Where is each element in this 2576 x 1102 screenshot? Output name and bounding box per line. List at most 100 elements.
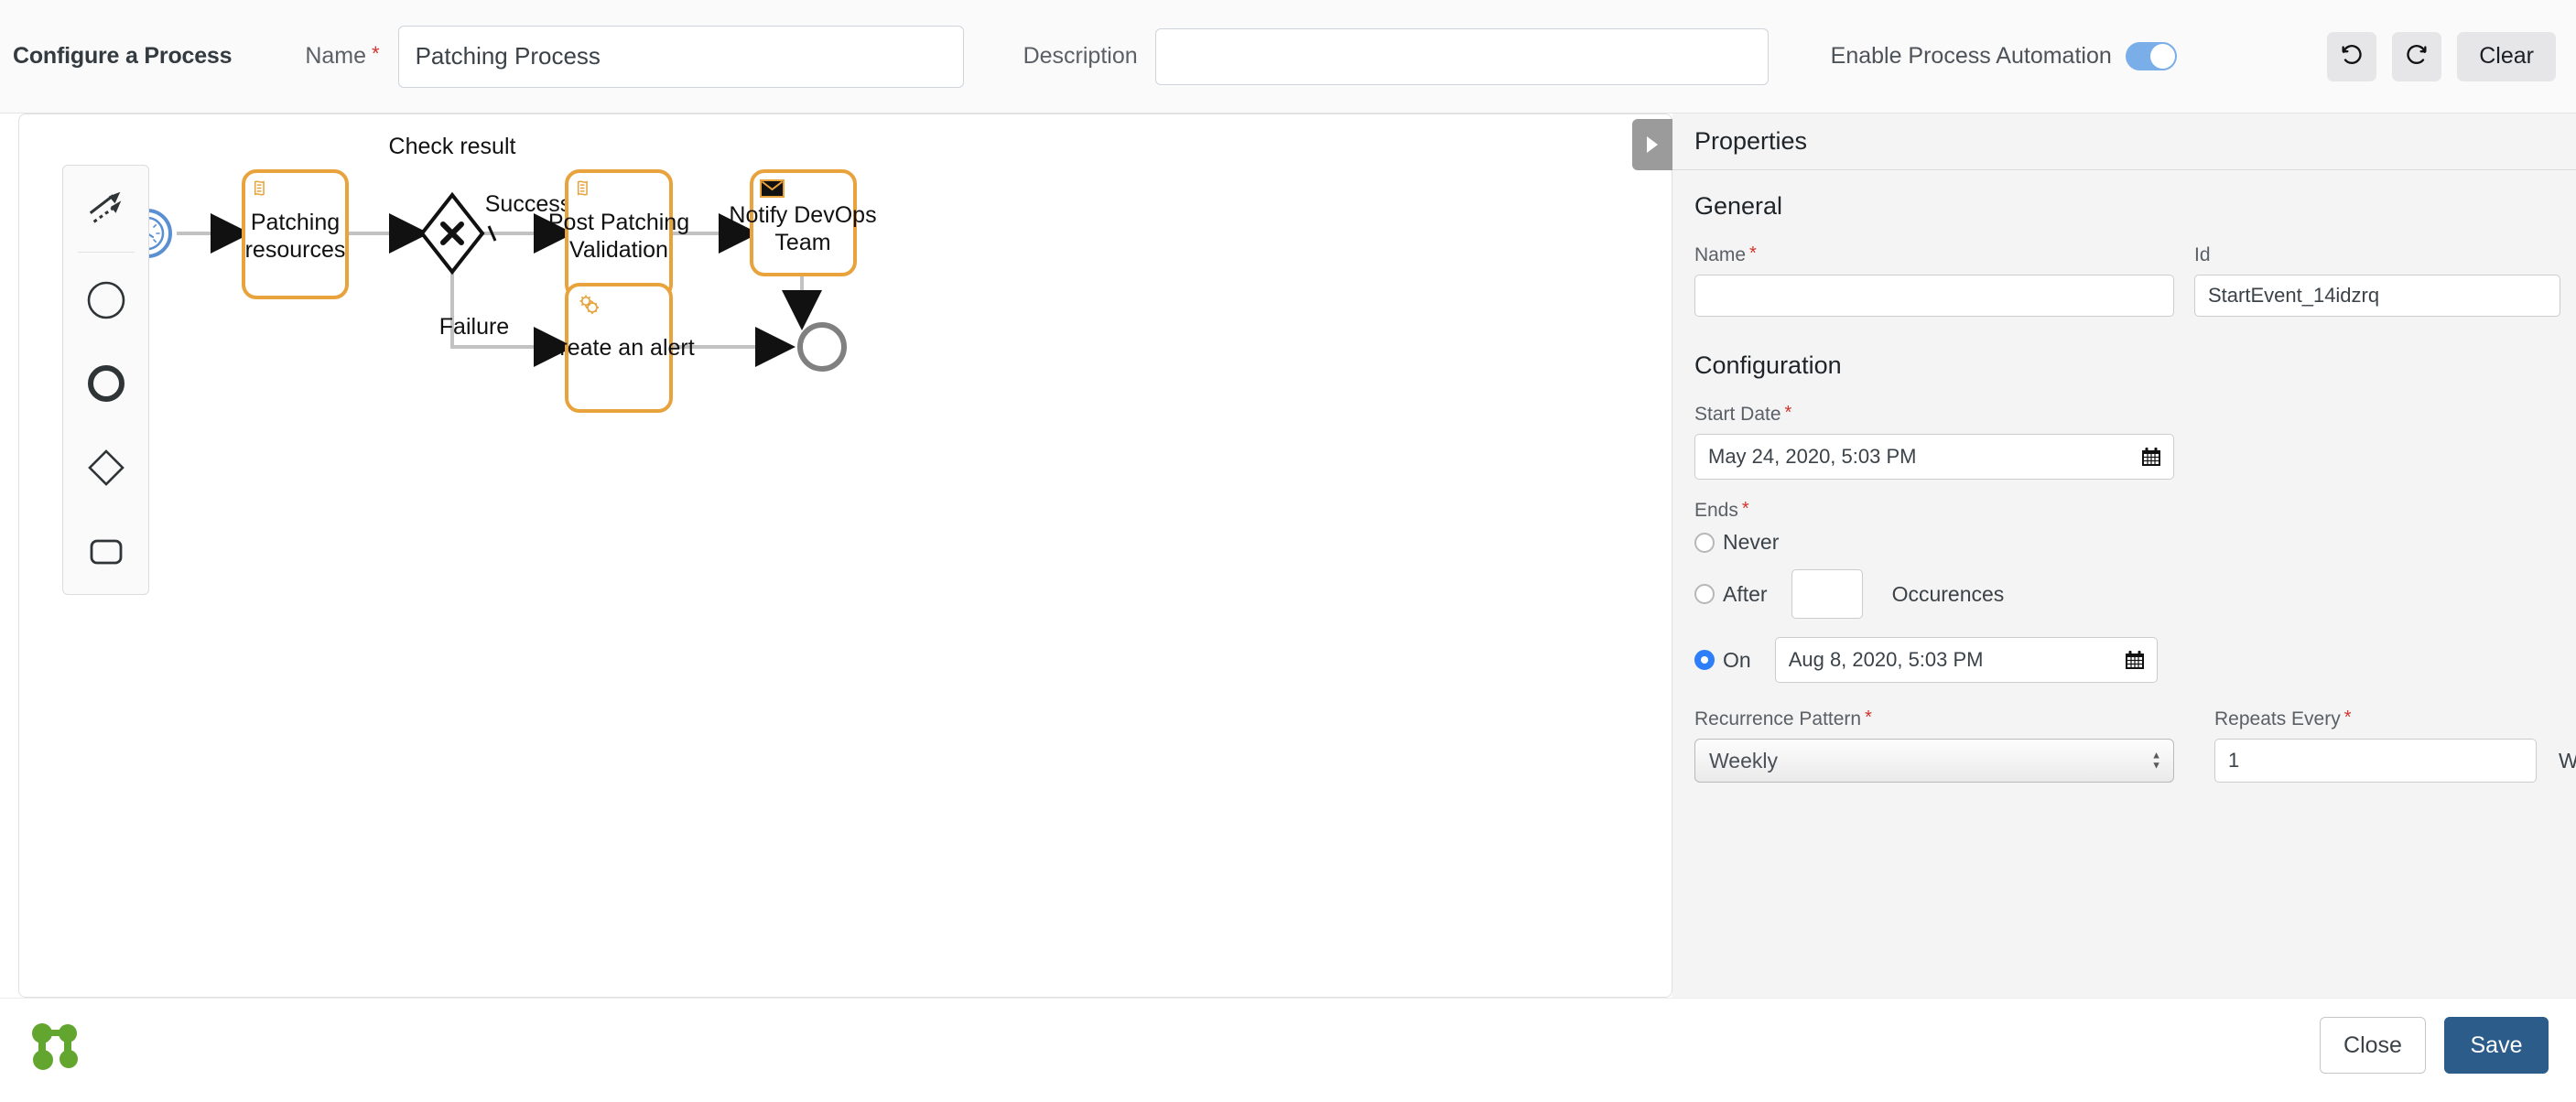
repeats-every-input[interactable] xyxy=(2214,739,2537,783)
palette-item-lasso-tool[interactable] xyxy=(62,166,149,250)
clear-button[interactable]: Clear xyxy=(2457,31,2556,81)
bpmn-diagram: Patching resources Check result Success … xyxy=(123,134,877,413)
start-date-field-group: Start Date * xyxy=(1694,402,2576,480)
process-automation-label: Enable Process Automation xyxy=(1830,43,2112,69)
properties-title: Properties xyxy=(1694,127,1808,155)
node-create-an-alert-task[interactable]: Create an alert xyxy=(543,283,695,413)
node-post-patching-validation-task[interactable]: Post Patching Validation xyxy=(548,169,689,299)
properties-content: General Name * Id Configuration xyxy=(1672,170,2576,998)
redo-icon xyxy=(2407,44,2427,64)
required-asterisk: * xyxy=(372,41,380,65)
element-name-field-group: Name * xyxy=(1694,243,2174,317)
shape-palette[interactable] xyxy=(62,165,149,595)
general-section-title: General xyxy=(1694,192,1783,220)
close-button[interactable]: Close xyxy=(2320,1017,2426,1074)
radio-on-label: On xyxy=(1723,647,1751,672)
page-title: Configure a Process xyxy=(13,43,233,69)
element-id-input[interactable] xyxy=(2194,275,2560,317)
configuration-section-title: Configuration xyxy=(1694,351,1842,379)
element-name-label: Name xyxy=(1694,244,1747,265)
radio-never[interactable] xyxy=(1694,532,1715,553)
node-notify-devops-team-task[interactable]: Notify DevOps Team xyxy=(729,169,877,276)
undo-icon xyxy=(2342,44,2362,64)
ends-option-after[interactable]: After Occurences xyxy=(1694,569,2576,619)
process-configurator-window: Configure a Process Name * Description E… xyxy=(0,0,2576,1102)
element-id-field-group: Id xyxy=(2194,244,2560,317)
process-automation-switch[interactable] xyxy=(2125,42,2177,70)
end-date-input-wrap xyxy=(1774,637,2158,683)
undo-button[interactable] xyxy=(2327,31,2377,81)
flow-label-failure: Failure xyxy=(439,314,509,340)
end-event-icon xyxy=(87,365,124,403)
recurrence-pattern-group: Recurrence Pattern * DailyWeeklyMonthlyY… xyxy=(1694,708,2174,783)
repeats-label-wrap: Repeats Every * xyxy=(2214,708,2576,730)
element-name-input[interactable] xyxy=(1694,275,2174,317)
app-header: Configure a Process Name * Description E… xyxy=(0,0,2576,113)
process-name-label: Name xyxy=(305,43,367,69)
gateway-icon xyxy=(87,449,124,487)
header-actions: Clear xyxy=(2327,31,2556,81)
task-label-line1: Patching xyxy=(251,210,340,235)
radio-after[interactable] xyxy=(1694,584,1715,604)
editor-body: Patching resources Check result Success … xyxy=(0,113,2576,998)
element-id-label: Id xyxy=(2194,244,2211,265)
ends-option-never[interactable]: Never xyxy=(1694,530,2576,555)
redo-button[interactable] xyxy=(2392,31,2442,81)
recurrence-pattern-label: Recurrence Pattern xyxy=(1694,708,1862,729)
node-patching-resources-task[interactable]: Patching resources xyxy=(242,169,349,299)
end-date-input[interactable] xyxy=(1774,637,2158,683)
start-date-input-wrap xyxy=(1694,434,2174,480)
required-asterisk: * xyxy=(1865,707,1872,728)
recurrence-label-wrap: Recurrence Pattern * xyxy=(1694,708,2174,730)
recurrence-row: Recurrence Pattern * DailyWeeklyMonthlyY… xyxy=(1694,708,2576,783)
task-icon xyxy=(90,539,122,565)
repeats-every-label: Repeats Every xyxy=(2214,708,2341,729)
process-description-label: Description xyxy=(1023,43,1138,69)
required-asterisk: * xyxy=(1784,402,1792,423)
recurrence-select-wrap: DailyWeeklyMonthlyYearly ▲▼ xyxy=(1694,739,2174,783)
element-name-label-wrap: Name * xyxy=(1694,243,2174,266)
process-name-input[interactable] xyxy=(397,25,964,88)
ends-label-wrap: Ends * xyxy=(1694,498,2576,522)
recurrence-pattern-select[interactable]: DailyWeeklyMonthlyYearly xyxy=(1694,739,2174,783)
repeats-input-row: Weeks xyxy=(2214,739,2576,783)
palette-item-gateway[interactable] xyxy=(62,426,149,510)
palette-item-start-event[interactable] xyxy=(62,258,149,342)
app-logo xyxy=(32,1023,78,1070)
general-fields-row: Name * Id xyxy=(1694,243,2576,317)
collapse-properties-button[interactable] xyxy=(1632,119,1672,170)
process-description-field-group: Description xyxy=(1023,27,1769,85)
start-date-label-wrap: Start Date * xyxy=(1694,402,2576,426)
radio-after-label: After xyxy=(1723,581,1768,606)
ends-field-group: Ends * Never After Occurences On Aug 8, … xyxy=(1694,498,2576,683)
properties-panel: Properties General Name * Id StartEvent_… xyxy=(1632,113,2576,998)
gateway-label: Check result xyxy=(389,134,516,159)
task-label-line2: resources xyxy=(245,237,346,263)
properties-header: Properties xyxy=(1672,113,2576,170)
required-asterisk: * xyxy=(1741,498,1749,519)
process-automation-toggle-group: Enable Process Automation xyxy=(1831,42,2177,70)
repeats-every-group: Repeats Every * Weeks xyxy=(2214,708,2576,783)
palette-divider xyxy=(77,251,135,253)
footer-actions: Close Save xyxy=(2320,1017,2549,1074)
process-name-field-group: Name * xyxy=(305,25,964,88)
palette-item-end-event[interactable] xyxy=(62,342,149,427)
bpmn-canvas[interactable]: Patching resources Check result Success … xyxy=(18,113,1672,998)
process-description-input[interactable] xyxy=(1154,27,1769,85)
task-label-line1: Create an alert xyxy=(543,335,694,361)
task-label-line2: Team xyxy=(774,230,830,255)
ends-option-on[interactable]: On xyxy=(1694,637,2576,683)
occurrences-input[interactable] xyxy=(1791,569,1863,619)
save-button[interactable]: Save xyxy=(2444,1017,2549,1074)
palette-item-task[interactable] xyxy=(62,510,149,594)
task-label-line1: Notify DevOps xyxy=(729,202,876,228)
node-end-event[interactable] xyxy=(797,322,847,372)
switch-knob xyxy=(2149,44,2175,69)
radio-on[interactable] xyxy=(1694,650,1715,670)
start-date-input[interactable] xyxy=(1694,434,2174,480)
task-label-line1: Post Patching xyxy=(548,210,689,235)
start-event-icon xyxy=(87,281,124,319)
required-asterisk: * xyxy=(2343,707,2352,728)
app-footer: Close Save xyxy=(0,998,2576,1102)
ends-label: Ends xyxy=(1694,500,1738,521)
